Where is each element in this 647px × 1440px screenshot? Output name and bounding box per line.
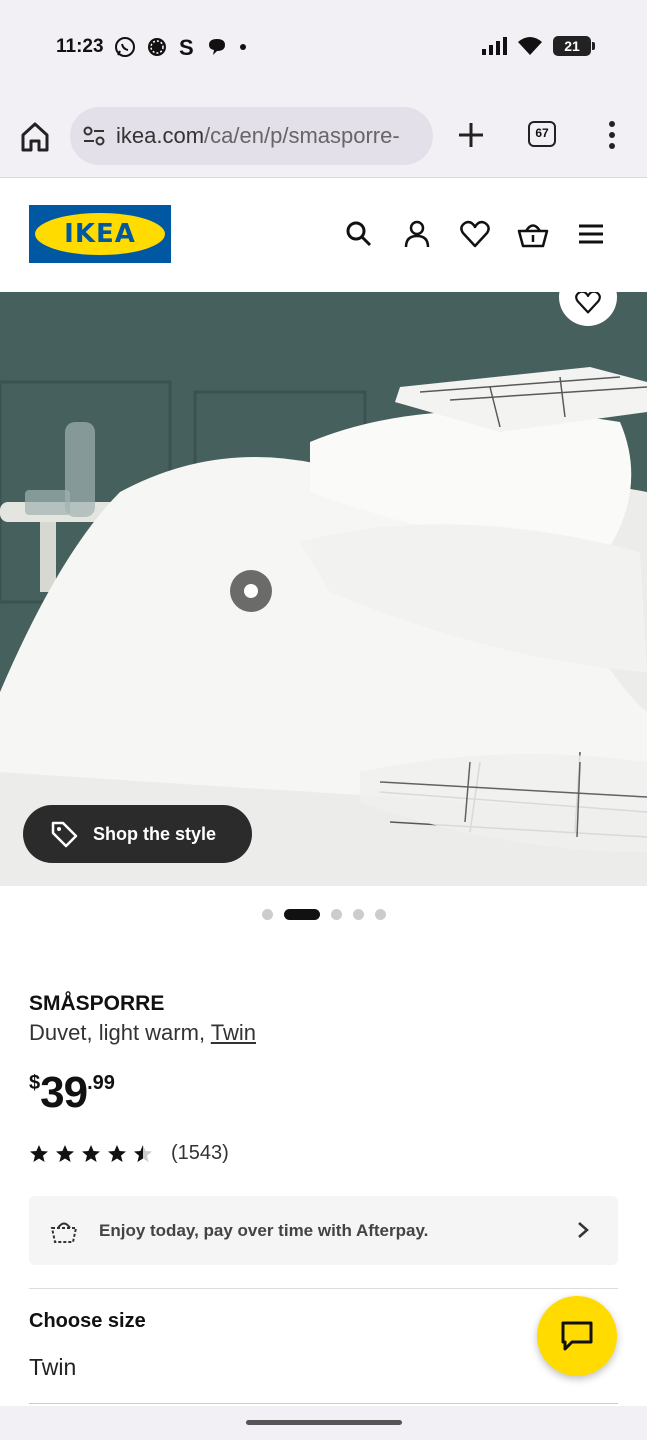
- heart-icon: [575, 292, 601, 314]
- wifi-icon: [518, 37, 542, 55]
- size-link[interactable]: Twin: [211, 1020, 256, 1045]
- status-time: 11:23: [56, 36, 104, 57]
- hamburger-menu-icon[interactable]: [575, 218, 607, 250]
- choose-size-label: Choose size: [29, 1310, 146, 1332]
- home-icon[interactable]: [18, 120, 52, 154]
- price-currency: $: [29, 1072, 41, 1094]
- afterpay-banner[interactable]: Enjoy today, pay over time with Afterpay…: [29, 1196, 618, 1265]
- signal-app-icon: [148, 38, 166, 56]
- new-tab-icon[interactable]: [452, 116, 490, 154]
- system-nav-bar: [0, 1406, 647, 1440]
- afterpay-text: Enjoy today, pay over time with Afterpay…: [99, 1220, 429, 1240]
- whatsapp-icon: [115, 37, 135, 57]
- product-photo: [0, 292, 647, 886]
- product-name: SMÅSPORRE: [29, 992, 165, 1015]
- notification-icons: S: [114, 35, 248, 59]
- star-full-icon: [56, 1144, 74, 1162]
- divider: [29, 1288, 618, 1289]
- shopping-basket-icon[interactable]: [517, 218, 549, 250]
- account-icon[interactable]: [401, 218, 433, 250]
- address-bar[interactable]: ikea.com/ca/en/p/smasporre-: [70, 107, 433, 165]
- chat-button[interactable]: [537, 1296, 617, 1376]
- product-price: $39.99: [29, 1068, 115, 1118]
- url-text: ikea.com/ca/en/p/smasporre-: [116, 123, 400, 149]
- favorites-heart-icon[interactable]: [459, 218, 491, 250]
- dot-icon: [240, 44, 246, 50]
- star-half-icon: [134, 1144, 152, 1162]
- star-full-icon: [108, 1144, 126, 1162]
- carousel-dot[interactable]: [330, 909, 342, 920]
- header-actions: [343, 218, 607, 250]
- cell-signal-icon: [482, 37, 507, 55]
- star-full-icon: [30, 1144, 48, 1162]
- svg-text:S: S: [179, 35, 194, 59]
- status-bar: 11:23 S 21: [0, 0, 647, 96]
- product-rating[interactable]: (1543): [29, 1142, 229, 1165]
- afterpay-basket-icon: [50, 1222, 78, 1243]
- product-description-text: Duvet, light warm,: [29, 1020, 211, 1045]
- logo-oval: IKEA: [35, 213, 165, 255]
- site-settings-icon[interactable]: [82, 125, 106, 147]
- rating-count: (1543): [171, 1142, 229, 1164]
- ikea-logo[interactable]: IKEA: [29, 205, 171, 263]
- url-path: /ca/en/p/smasporre-: [204, 123, 400, 148]
- product-image[interactable]: Shop the style: [0, 292, 647, 886]
- url-domain: ikea.com: [116, 123, 205, 148]
- carousel-dot[interactable]: [261, 909, 273, 920]
- carousel-dot[interactable]: [374, 909, 386, 920]
- tag-icon: [51, 821, 78, 848]
- s-app-icon: S: [179, 35, 194, 59]
- carousel-dot-active[interactable]: [283, 909, 320, 920]
- shop-the-style-label: Shop the style: [93, 823, 217, 844]
- product-hotspot[interactable]: [230, 570, 272, 612]
- chat-icon: [561, 1321, 593, 1351]
- product-description: Duvet, light warm, Twin: [29, 1020, 256, 1046]
- chevron-right-icon: [578, 1222, 589, 1238]
- star-full-icon: [82, 1144, 100, 1162]
- browser-toolbar: ikea.com/ca/en/p/smasporre- 67: [0, 96, 647, 178]
- carousel-dot[interactable]: [352, 909, 364, 920]
- size-selector[interactable]: Twin: [29, 1354, 76, 1381]
- site-header: IKEA: [0, 178, 647, 292]
- system-icons: 21: [481, 36, 595, 56]
- divider: [29, 1403, 618, 1404]
- logo-text: IKEA: [64, 219, 136, 249]
- carousel-dots: [0, 909, 647, 920]
- search-icon[interactable]: [343, 218, 375, 250]
- price-decimal: .99: [87, 1072, 115, 1094]
- battery-indicator: 21: [553, 36, 595, 56]
- shop-the-style-button[interactable]: Shop the style: [23, 805, 252, 863]
- tab-switcher-button[interactable]: 67: [528, 121, 556, 147]
- price-integer: 39: [40, 1068, 88, 1117]
- browser-menu-icon[interactable]: [600, 116, 624, 154]
- gesture-handle[interactable]: [246, 1420, 402, 1425]
- chat-bubble-icon: [209, 39, 225, 55]
